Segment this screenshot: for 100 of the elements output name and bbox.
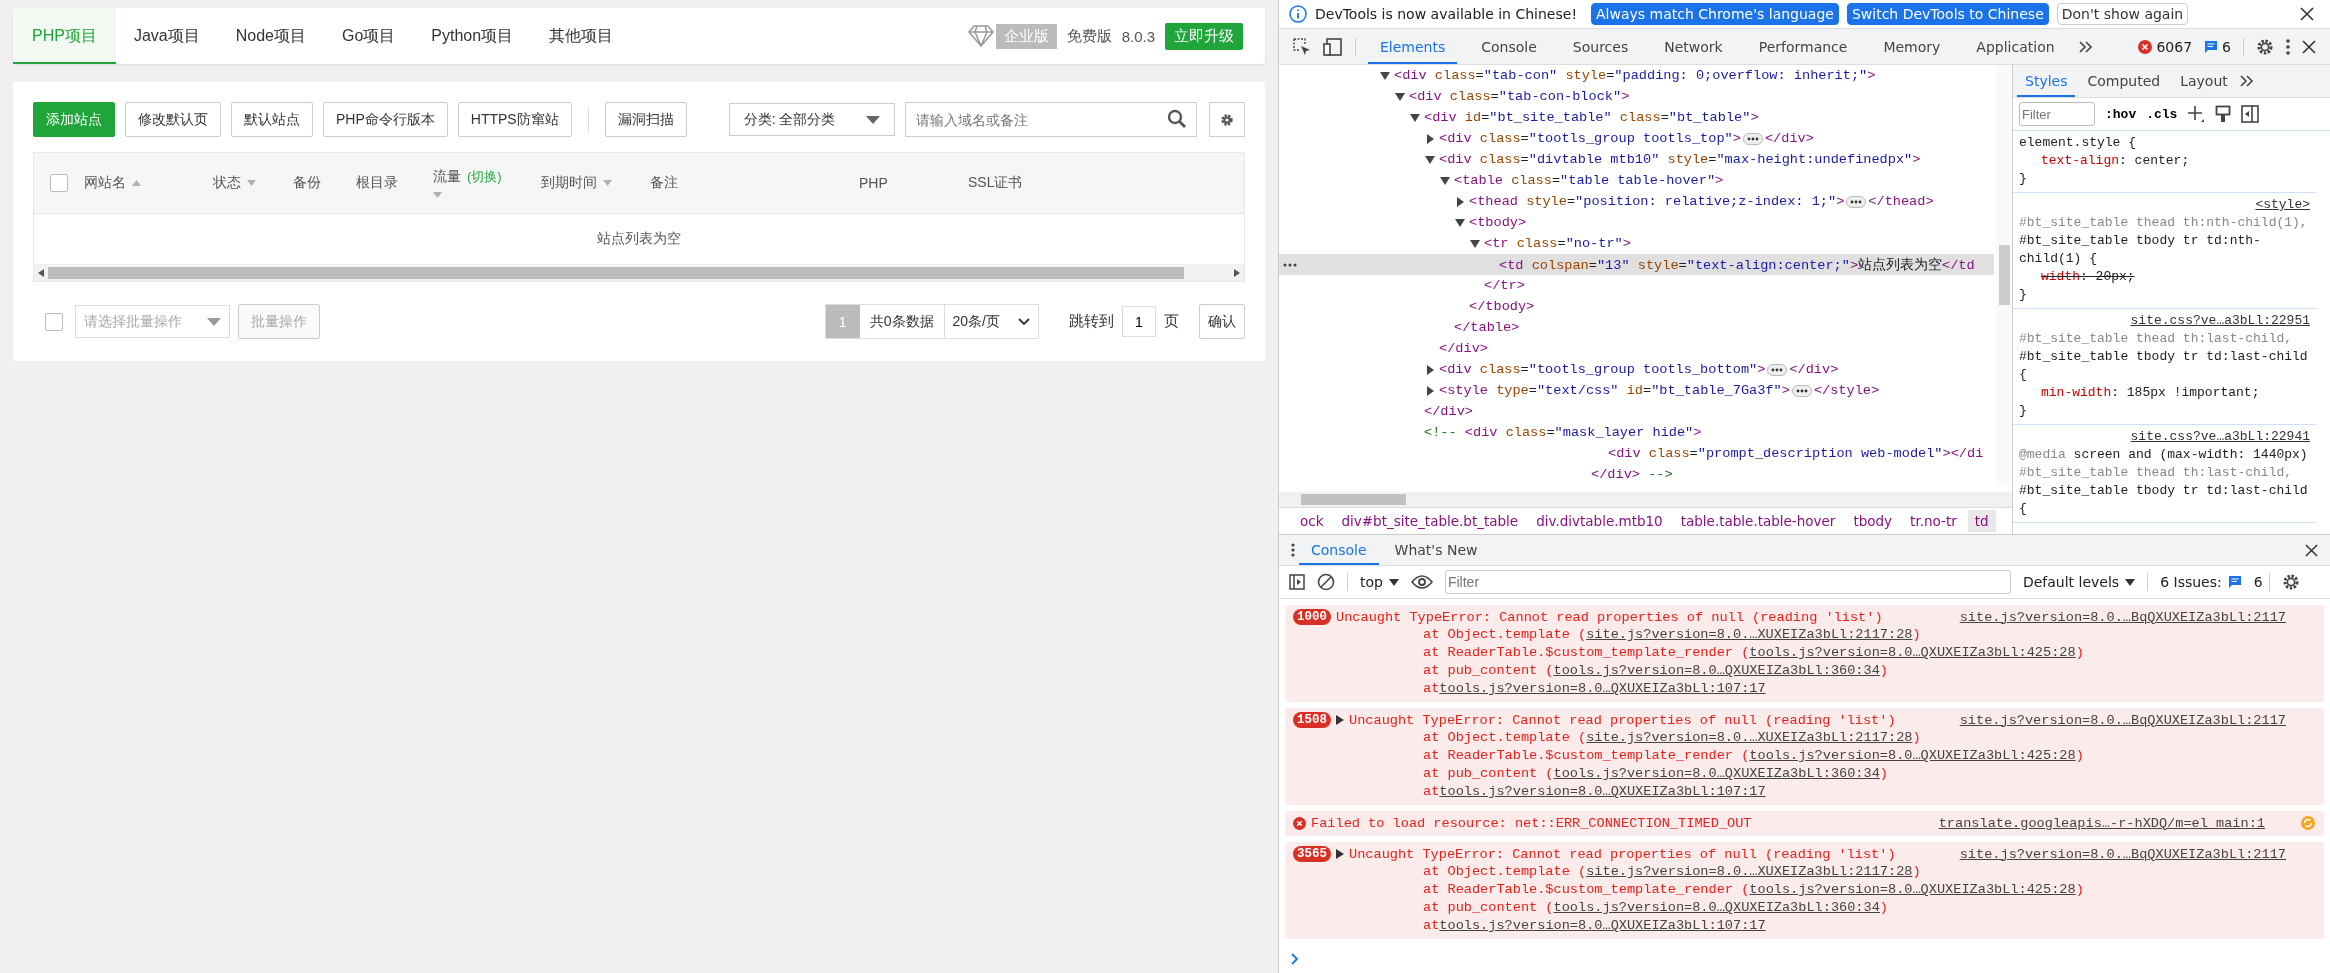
ellipsis-icon[interactable] (1791, 384, 1812, 397)
toolbar-button[interactable]: 漏洞扫描 (604, 102, 687, 137)
styles-tab[interactable]: Computed (2079, 65, 2169, 97)
collapsed-triangle-icon[interactable] (1424, 363, 1436, 376)
page-size-select[interactable]: 20条/页 (944, 312, 1038, 331)
expanded-triangle-icon[interactable] (1469, 237, 1481, 250)
expanded-triangle-icon[interactable] (1394, 90, 1406, 103)
prompt-chevron-icon[interactable] (1291, 953, 1299, 965)
collapsed-triangle-icon[interactable] (1424, 132, 1436, 145)
search-icon[interactable] (1167, 109, 1188, 129)
expanded-triangle-icon[interactable] (1424, 153, 1436, 166)
close-icon[interactable] (2305, 543, 2318, 557)
stack-frame-link[interactable]: tools.js?version=8.0…QXUXEIZa3bLl:107:17 (1439, 784, 1766, 799)
dom-node-tag[interactable]: <tr class="no-tr"> (1484, 236, 1631, 251)
eye-icon[interactable] (1410, 575, 1433, 589)
dom-node-tag[interactable]: <thead style="position: relative;z-index: 1;"> (1469, 194, 1845, 209)
dom-node-tag[interactable]: <div class="divtable mtb10" style="max-height:undefinedpx"> (1439, 152, 1921, 167)
ellipsis-icon[interactable] (1846, 195, 1867, 208)
css-declaration[interactable]: text-align: center; (2019, 152, 2310, 170)
more-tabs-icon[interactable] (2078, 40, 2093, 53)
project-tab[interactable]: Go项目 (323, 8, 414, 64)
devtools-tab[interactable]: Console (1469, 29, 1549, 64)
search-field[interactable]: 请输入域名或备注 (905, 102, 1198, 137)
source-link[interactable]: <style> (2255, 196, 2310, 214)
css-declaration[interactable]: min-width: 185px !important; (2019, 384, 2310, 402)
page-input[interactable]: 1 (1122, 306, 1156, 337)
infobar-button[interactable]: Switch DevTools to Chinese (1846, 3, 2049, 25)
breadcrumb-item[interactable]: div.divtable.mtb10 (1529, 510, 1670, 532)
devtools-tab[interactable]: Performance (1746, 29, 1860, 64)
stack-frame-link[interactable]: site.js?version=8.0.…XUXEIZa3bLl:2117:28 (1586, 864, 1913, 879)
settings-icon[interactable] (2281, 573, 2300, 591)
stack-frame-link[interactable]: tools.js?version=8.0…QXUXEIZa3bLl:107:17 (1439, 918, 1766, 933)
sidebar-icon[interactable] (1289, 574, 1305, 590)
project-tab[interactable]: Node项目 (217, 8, 324, 64)
devtools-tab[interactable]: Sources (1560, 29, 1641, 64)
expanded-triangle-icon[interactable] (1439, 174, 1451, 187)
more-options-icon[interactable] (1291, 543, 1295, 557)
project-tab[interactable]: Python项目 (413, 8, 532, 64)
stack-frame-link[interactable]: site.js?version=8.0.…XUXEIZa3bLl:2117:28 (1586, 627, 1913, 642)
toolbar-button[interactable]: PHP命令行版本 (323, 102, 448, 137)
ellipsis-icon[interactable] (1767, 363, 1788, 376)
collapsed-triangle-icon[interactable] (1454, 195, 1466, 208)
stack-frame-link[interactable]: tools.js?version=8.0…QXUXEIZa3bLl:107:17 (1439, 681, 1766, 696)
stack-frame-link[interactable]: tools.js?version=8.0…QXUXEIZa3bLl:360:34 (1553, 766, 1880, 781)
stack-frame-link[interactable]: tools.js?version=8.0…QXUXEIZa3bLl:425:28 (1749, 645, 2076, 660)
select-all-checkbox[interactable] (50, 174, 68, 192)
hov-toggle[interactable]: :hov (2105, 106, 2137, 122)
source-link[interactable]: site.js?version=8.0.…BqQXUXEIZa3bLl:2117 (1959, 846, 2286, 862)
scroll-left-icon[interactable] (38, 269, 44, 277)
dom-node-tag[interactable]: <table class="table table-hover"> (1454, 173, 1724, 188)
clear-icon[interactable] (1317, 573, 1335, 591)
ellipsis-icon[interactable] (1742, 132, 1763, 145)
horizontal-scrollbar[interactable] (1279, 492, 2012, 507)
more-icon[interactable] (1283, 263, 1297, 267)
breadcrumb-item[interactable]: td (1967, 510, 1996, 532)
infobar-button[interactable]: Don't show again (2056, 3, 2189, 25)
toolbar-button[interactable]: 默认站点 (231, 102, 313, 137)
dom-node-tag[interactable]: <div id="bt_site_table" class="bt_table"> (1424, 110, 1759, 125)
expand-triangle-icon[interactable] (1336, 849, 1344, 859)
paint-brush-icon[interactable] (2215, 105, 2232, 123)
dom-node-tag[interactable]: <td colspan="13" style="text-align:center;">站点列表为空</td (1499, 255, 1975, 274)
dom-node-tag[interactable]: <style type="text/css" id="bt_table_7Ga3f"> (1439, 383, 1790, 398)
stack-frame-link[interactable]: site.js?version=8.0.…XUXEIZa3bLl:2117:28 (1586, 730, 1913, 745)
expanded-triangle-icon[interactable] (1409, 111, 1421, 124)
source-link[interactable]: site.js?version=8.0.…BqQXUXEIZa3bLl:2117 (1959, 609, 2286, 625)
horizontal-scrollbar[interactable] (34, 265, 1244, 281)
styles-tab[interactable]: Layout (2172, 65, 2236, 97)
filter-field[interactable]: Filter (1444, 570, 2011, 594)
project-tab[interactable]: 其他项目 (531, 8, 632, 64)
device-icon[interactable] (1323, 37, 1343, 56)
close-icon[interactable] (2300, 7, 2314, 21)
breadcrumb-item[interactable]: div#bt_site_table.bt_table (1334, 510, 1526, 532)
styles-tab[interactable]: Styles (2017, 65, 2076, 97)
toolbar-button[interactable]: 修改默认页 (125, 102, 221, 137)
source-link[interactable]: site.css?ve…a3bLl:22941 (2130, 428, 2310, 446)
drawer-tab[interactable]: What's New (1382, 535, 1490, 565)
cls-toggle[interactable]: .cls (2146, 106, 2178, 122)
source-link[interactable]: site.css?ve…a3bLl:22951 (2130, 312, 2310, 330)
scroll-right-icon[interactable] (1234, 269, 1240, 277)
message-icon[interactable] (2227, 575, 2242, 589)
category-select[interactable]: 分类: 全部分类 (728, 103, 896, 136)
dom-node-tag[interactable]: <div class="tootls_group tootls_top"> (1439, 131, 1741, 146)
error-icon[interactable] (2138, 39, 2153, 54)
expanded-triangle-icon[interactable] (1454, 216, 1466, 229)
expanded-triangle-icon[interactable] (1379, 69, 1391, 82)
source-link[interactable]: translate.googleapis…-r-hXDQ/m=el_main:1 (1938, 815, 2265, 831)
settings-icon[interactable] (2256, 37, 2274, 56)
source-link[interactable]: site.js?version=8.0.…BqQXUXEIZa3bLl:2117 (1959, 712, 2286, 728)
devtools-tab[interactable]: Application (1964, 29, 2067, 64)
sidebar-icon[interactable] (2241, 105, 2260, 123)
select-checkbox[interactable] (45, 312, 63, 331)
breadcrumb-item[interactable]: ock (1293, 510, 1331, 532)
plus-icon[interactable] (2187, 105, 2206, 123)
stack-frame-link[interactable]: tools.js?version=8.0…QXUXEIZa3bLl:425:28 (1749, 882, 2076, 897)
toolbar-button[interactable]: HTTPS防窜站 (457, 102, 572, 137)
context-select[interactable]: top (1360, 574, 1399, 590)
more-tabs-icon[interactable] (2239, 75, 2254, 87)
dom-node-tag[interactable]: <div class="tab-con" style="padding: 0;overflow: inherit;"> (1394, 68, 1876, 83)
dom-node-tag[interactable]: <tbody> (1469, 215, 1527, 230)
css-declaration[interactable]: width: 20px; (2019, 268, 2310, 286)
